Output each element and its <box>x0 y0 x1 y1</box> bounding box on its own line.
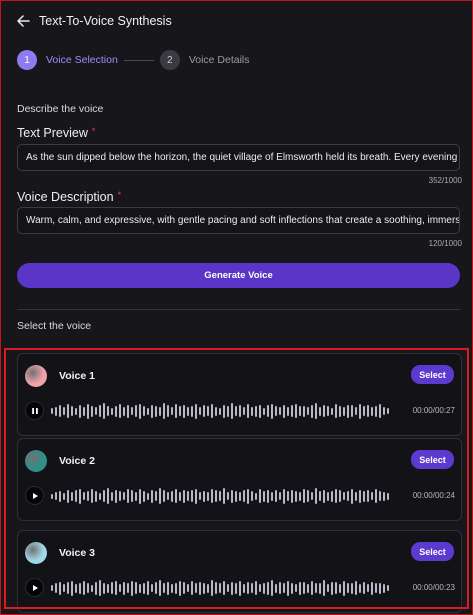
generate-voice-button[interactable]: Generate Voice <box>17 263 460 288</box>
divider <box>17 309 460 310</box>
text-preview-input[interactable]: As the sun dipped below the horizon, the… <box>17 144 460 171</box>
text-preview-counter: 352/1000 <box>428 176 462 185</box>
stepper: 1 Voice Selection 2 Voice Details <box>17 50 250 70</box>
select-voice-heading: Select the voice <box>17 320 92 332</box>
text-preview-label-text: Text Preview <box>17 126 88 140</box>
step-2-number[interactable]: 2 <box>159 50 180 70</box>
required-mark: * <box>91 126 96 136</box>
voice-description-label-text: Voice Description <box>17 190 114 204</box>
voice-description-counter: 120/1000 <box>428 239 462 248</box>
describe-voice-heading: Describe the voice <box>17 103 104 115</box>
voice-description-label: Voice Description * <box>17 190 121 204</box>
back-arrow-icon[interactable] <box>17 14 31 28</box>
page-title: Text-To-Voice Synthesis <box>39 14 172 28</box>
step-1-label[interactable]: Voice Selection <box>46 54 118 66</box>
required-mark: * <box>117 190 122 200</box>
voice-description-input[interactable]: Warm, calm, and expressive, with gentle … <box>17 207 460 234</box>
header: Text-To-Voice Synthesis <box>17 12 172 30</box>
step-connector <box>123 59 154 61</box>
selection-highlight <box>4 348 469 609</box>
step-2-label[interactable]: Voice Details <box>189 54 250 66</box>
text-preview-label: Text Preview * <box>17 126 95 140</box>
step-1-number[interactable]: 1 <box>17 50 37 70</box>
